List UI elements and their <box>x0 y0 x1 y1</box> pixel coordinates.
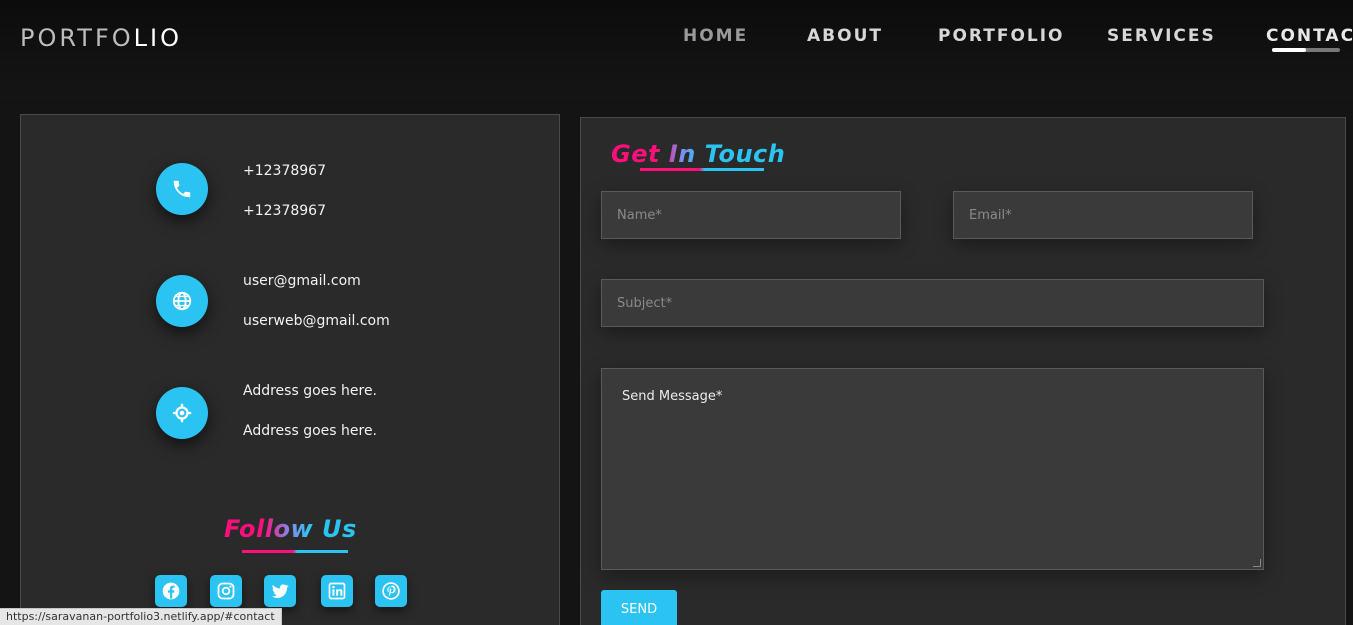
nav-about[interactable]: ABOUT <box>807 26 883 46</box>
subject-input[interactable]: Subject* <box>601 279 1264 327</box>
email-1: user@gmail.com <box>243 273 361 289</box>
get-in-touch-underline <box>640 168 764 171</box>
address-1: Address goes here. <box>243 383 378 399</box>
email-2: userweb@gmail.com <box>243 313 390 329</box>
nav-services[interactable]: SERVICES <box>1107 26 1216 46</box>
contact-form-panel: Get In Touch Name* Email* Subject* Send … <box>580 117 1346 625</box>
pinterest-icon[interactable] <box>375 575 407 607</box>
location-icon <box>156 387 208 439</box>
nav-portfolio[interactable]: PORTFOLIO <box>938 26 1065 46</box>
instagram-icon[interactable] <box>210 575 242 607</box>
follow-us-underline <box>242 550 348 553</box>
phone-2: +12378967 <box>243 203 326 219</box>
status-bar-url: https://saravanan-portfolio3.netlify.app… <box>0 608 282 625</box>
facebook-icon[interactable] <box>155 575 187 607</box>
address-2: Address goes here. <box>243 423 378 439</box>
phone-icon <box>156 163 208 215</box>
globe-icon <box>156 275 208 327</box>
twitter-icon[interactable] <box>264 575 296 607</box>
site-logo[interactable]: PORTFOLIO <box>20 24 182 52</box>
send-button[interactable]: SEND <box>601 590 677 625</box>
email-input[interactable]: Email* <box>953 191 1253 239</box>
linkedin-icon[interactable] <box>321 575 353 607</box>
message-placeholder: Send Message* <box>622 389 723 404</box>
name-input[interactable]: Name* <box>601 191 901 239</box>
follow-us-title: Follow Us <box>224 515 357 543</box>
site-header: PORTFOLIO HOME ABOUT PORTFOLIO SERVICES … <box>0 0 1353 100</box>
get-in-touch-title: Get In Touch <box>611 140 786 168</box>
nav-home[interactable]: HOME <box>683 26 748 46</box>
nav-contact[interactable]: CONTACT <box>1266 26 1353 46</box>
logo-part2: LIO <box>133 24 182 52</box>
contact-info-panel: +12378967 +12378967 user@gmail.com userw… <box>20 114 560 625</box>
resize-grip-icon[interactable] <box>1253 559 1261 567</box>
phone-1: +12378967 <box>243 163 326 179</box>
message-textarea[interactable]: Send Message* <box>601 368 1264 570</box>
logo-part1: PORTFO <box>20 24 134 52</box>
nav-active-indicator <box>1272 48 1340 52</box>
